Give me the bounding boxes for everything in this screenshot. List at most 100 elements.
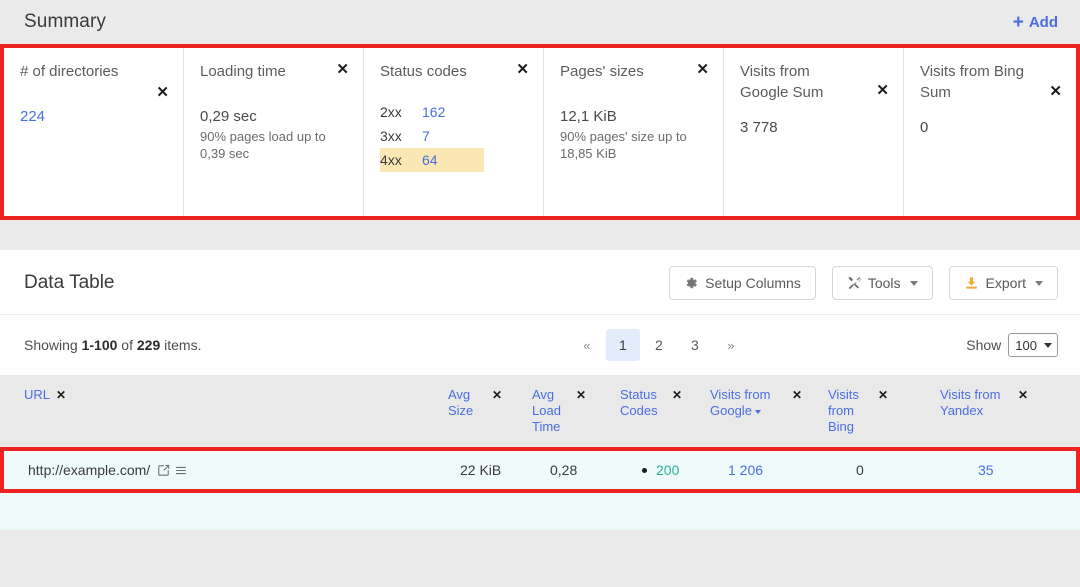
close-icon[interactable]: ✕ [576,387,586,403]
column-header-visits-yandex: Visits from Yandex ✕ [940,387,1066,419]
open-external-icon[interactable] [157,464,170,477]
cell-visits-bing: 0 [832,462,944,478]
pagination-page-1[interactable]: 1 [606,329,640,361]
page-size-select[interactable]: 100 [1008,333,1058,357]
column-header-avg-load-time: Avg Load Time ✕ [532,387,620,435]
plus-icon: + [1013,13,1024,32]
close-icon[interactable]: ✕ [56,387,66,403]
status-code-row: 2xx 162 [380,100,484,124]
card-header: Status codes ✕ [380,61,529,82]
card-body: 0 [920,119,1062,136]
data-table-panel: Data Table Setup Columns [0,250,1080,530]
summary-cards: # of directories ✕ 224 Loading time ✕ 0,… [4,48,1076,216]
chevron-down-icon [910,281,918,286]
card-body: 12,1 KiB 90% pages' size up to 18,85 KiB [560,108,709,162]
showing-prefix: Showing [24,337,82,353]
table-row-highlight-box: http://example.com/ 22 KiB 0,28 [0,447,1080,493]
card-body: 2xx 162 3xx 7 4xx 64 [380,100,529,172]
table-row[interactable]: http://example.com/ 22 KiB 0,28 [4,451,1076,489]
cell-avg-load-time: 0,28 [536,462,624,478]
data-table-toolbar: Setup Columns Tools [669,266,1058,300]
showing-count: Showing 1-100 of 229 items. [24,337,201,353]
card-header: Loading time ✕ [200,61,349,82]
pagination-first[interactable]: « [570,329,604,361]
card-title: Pages' sizes [560,61,644,82]
column-label[interactable]: Visits from Google [710,387,786,419]
card-value: 12,1 KiB [560,108,709,125]
status-code-row: 3xx 7 [380,124,484,148]
status-dot-icon [642,468,647,473]
status-code-count[interactable]: 162 [422,101,445,123]
pagination-page-3[interactable]: 3 [678,329,712,361]
column-header-visits-google: Visits from Google ✕ [710,387,828,419]
column-label-text: Visits from Google [710,387,770,418]
card-title: Visits from Google Sum [740,61,846,103]
column-header-url: URL ✕ [0,387,448,403]
cell-visits-yandex[interactable]: 35 [944,462,1070,478]
row-menu-icon[interactable] [174,464,188,477]
column-header-visits-bing: Visits from Bing ✕ [828,387,940,435]
card-title: # of directories [20,61,118,82]
column-header-status-codes: Status Codes ✕ [620,387,710,419]
column-label[interactable]: Visits from Bing [828,387,872,435]
close-icon[interactable]: ✕ [878,387,888,403]
card-body: 224 [20,108,169,126]
data-table-header: Data Table Setup Columns [0,250,1080,315]
page-size-value: 100 [1015,338,1037,353]
pagination-page-2[interactable]: 2 [642,329,676,361]
close-icon[interactable]: ✕ [1018,387,1028,403]
column-label[interactable]: Status Codes [620,387,666,419]
card-title: Loading time [200,61,286,82]
cell-visits-google[interactable]: 1 206 [714,462,832,478]
sort-caret-icon[interactable] [755,410,761,414]
summary-card-status-codes: Status codes ✕ 2xx 162 3xx 7 4xx 64 [364,48,544,216]
pagination-last[interactable]: » [714,329,748,361]
data-table-title: Data Table [24,272,115,294]
summary-header: Summary + Add [0,0,1080,44]
status-code-label: 2xx [380,101,422,123]
setup-columns-button[interactable]: Setup Columns [669,266,816,300]
status-code-label: 3xx [380,125,422,147]
card-header: Pages' sizes ✕ [560,61,709,82]
summary-cards-highlight-box: # of directories ✕ 224 Loading time ✕ 0,… [0,44,1080,220]
close-icon[interactable]: ✕ [876,82,889,100]
showing-total: 229 [137,337,160,353]
table-row-next-partial [0,493,1080,530]
tools-button[interactable]: Tools [832,266,933,300]
chevron-down-icon [1044,343,1052,348]
cell-status-code: 200 [624,462,714,478]
close-icon[interactable]: ✕ [492,387,502,403]
card-value: 3 778 [740,119,889,136]
summary-card-visits-bing: Visits from Bing Sum ✕ 0 [904,48,1076,216]
close-icon[interactable]: ✕ [516,61,529,79]
column-label[interactable]: Visits from Yandex [940,387,1012,419]
card-subtext: 90% pages' size up to 18,85 KiB [560,128,709,162]
tools-icon [847,276,861,290]
status-code-value[interactable]: 200 [656,462,679,478]
add-widget-button[interactable]: + Add [1013,13,1058,32]
page-title: Summary [24,11,106,33]
close-icon[interactable]: ✕ [156,84,169,101]
export-label: Export [986,275,1026,291]
close-icon[interactable]: ✕ [696,61,709,79]
card-header: Visits from Bing Sum ✕ [920,61,1062,103]
card-header: # of directories [20,61,169,82]
card-value: 0,29 sec [200,108,349,125]
card-subtext: 90% pages load up to 0,39 sec [200,128,349,162]
showing-range: 1-100 [82,337,118,353]
close-icon[interactable]: ✕ [792,387,802,403]
close-icon[interactable]: ✕ [1049,83,1062,101]
export-button[interactable]: Export [949,266,1058,300]
row-url-text[interactable]: http://example.com/ [28,462,150,478]
close-icon[interactable]: ✕ [336,61,349,79]
card-value[interactable]: 224 [20,108,45,125]
column-label[interactable]: Avg Load Time [532,387,570,435]
cell-avg-size: 22 KiB [452,462,536,478]
column-label[interactable]: Avg Size [448,387,486,419]
export-download-icon [964,276,979,290]
card-body: 0,29 sec 90% pages load up to 0,39 sec [200,108,349,162]
status-code-count[interactable]: 7 [422,125,430,147]
column-label[interactable]: URL [24,387,50,403]
close-icon[interactable]: ✕ [672,387,682,403]
status-code-count[interactable]: 64 [422,149,438,171]
